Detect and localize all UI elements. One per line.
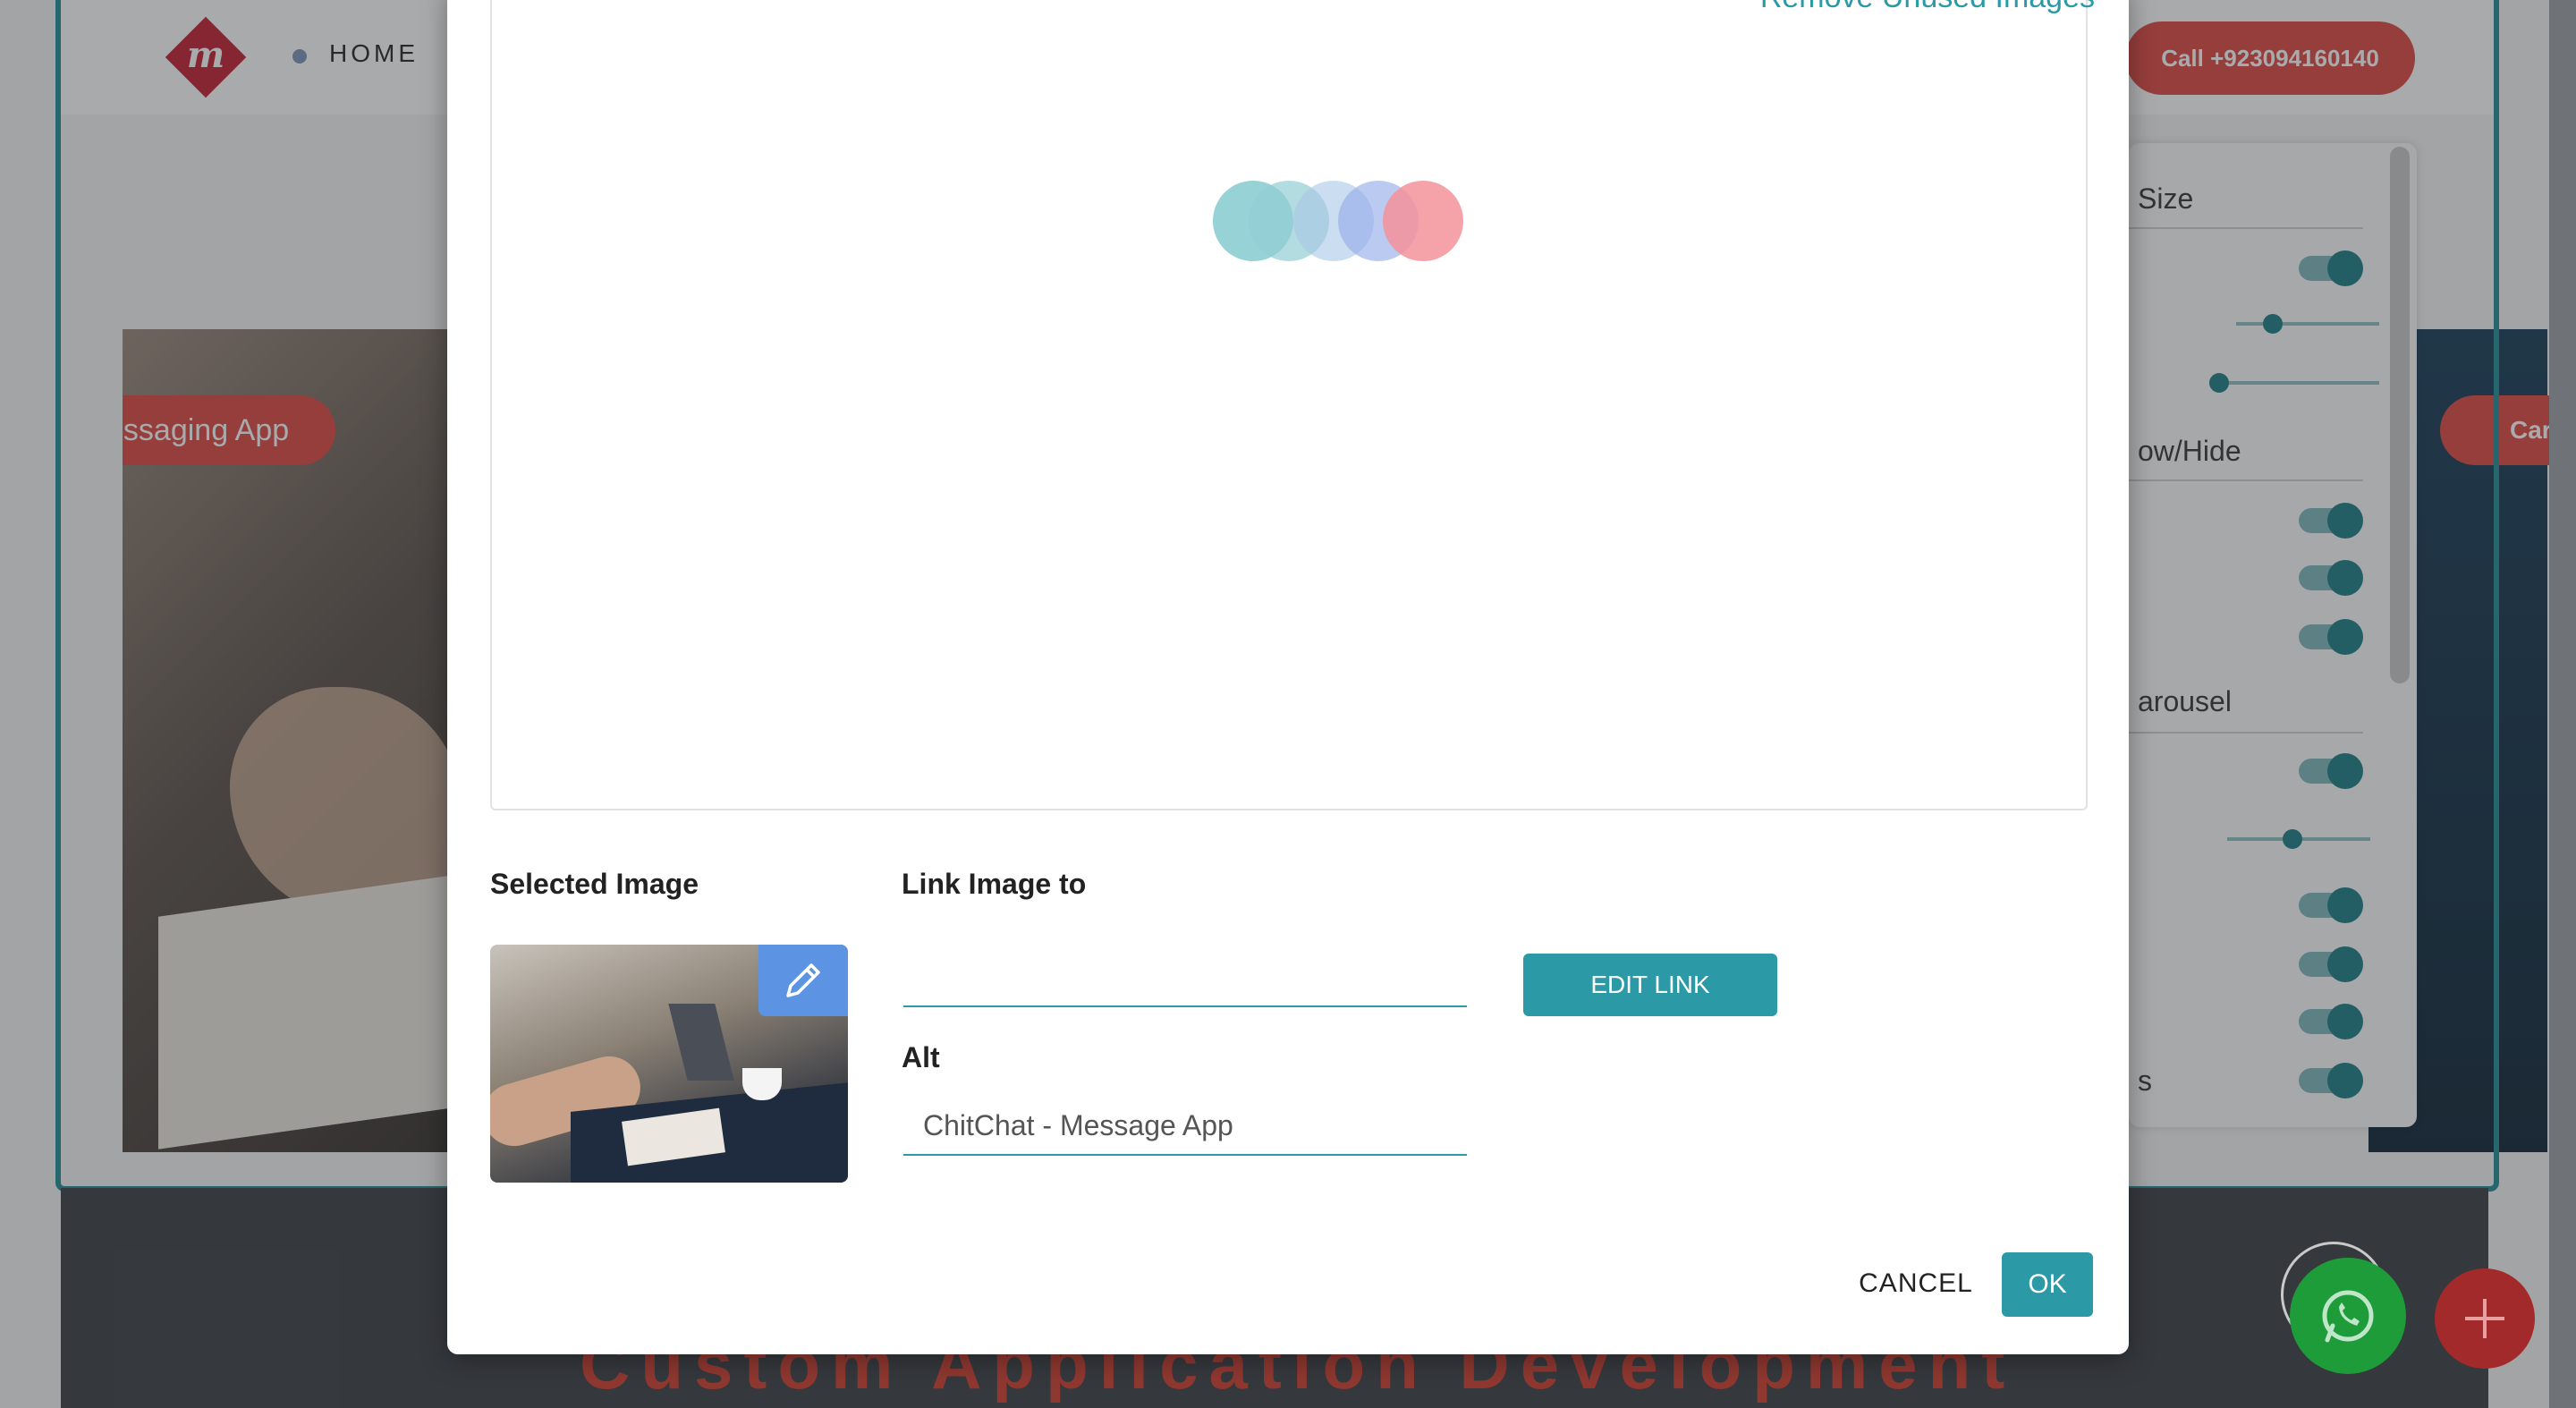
thumb-cup-shape [742, 1068, 782, 1100]
link-url-input[interactable] [903, 948, 1467, 1007]
edit-image-button[interactable] [758, 945, 848, 1016]
alt-text-input[interactable] [903, 1097, 1467, 1156]
alt-heading: Alt [902, 1041, 940, 1073]
remove-unused-images-link[interactable]: Remove Unused Images [1760, 0, 2095, 14]
ok-button[interactable]: OK [2002, 1252, 2093, 1317]
thumb-laptop-shape [668, 1004, 734, 1081]
cancel-button[interactable]: CANCEL [1843, 1252, 1989, 1315]
image-editor-modal: Remove Unused Images Selected Image Link… [447, 0, 2129, 1354]
selected-image-heading: Selected Image [490, 868, 699, 900]
loader-dot [1383, 181, 1463, 261]
pencil-icon [786, 963, 820, 997]
add-fab-button[interactable] [2435, 1268, 2535, 1369]
page-scrollbar[interactable] [2549, 0, 2576, 1408]
loading-spinner [1213, 181, 1472, 263]
remove-unused-wrapper: Remove Unused Images [1760, 0, 2095, 15]
edit-link-button[interactable]: EDIT LINK [1523, 954, 1777, 1016]
whatsapp-button[interactable] [2290, 1258, 2406, 1374]
whatsapp-icon [2322, 1290, 2374, 1343]
image-gallery-area: Remove Unused Images [490, 0, 2095, 810]
link-image-heading: Link Image to [902, 868, 1087, 900]
